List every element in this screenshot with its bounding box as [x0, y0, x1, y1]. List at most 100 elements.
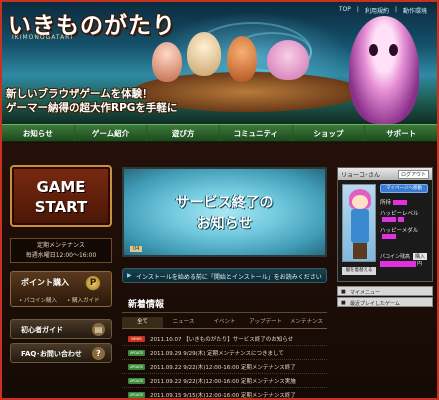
- creature-illustration: [152, 42, 182, 82]
- top-links: TOP | 利用規約 | 動作環境: [339, 6, 427, 15]
- news-row[interactable]: UPDATE 2011.09.22 9/22(木)12:00-16:00 定期メン…: [122, 374, 327, 388]
- news-badge: UPDATE: [128, 364, 145, 370]
- stat-happy-medal-bar: [382, 234, 396, 239]
- stat-happy-level-value: [380, 217, 404, 223]
- book-icon: ▤: [92, 323, 105, 336]
- character-eye: [389, 44, 398, 56]
- arrow-right-icon: ▶: [127, 272, 132, 279]
- news-text[interactable]: 2011.09.22 9/22(木)12:00-16:00 定期メンテナンス終了: [150, 363, 296, 371]
- install-notice-text: インストールを始める前に「開始とインストール」をお読みください: [136, 274, 322, 281]
- creature-illustration: [187, 32, 221, 76]
- tab-update[interactable]: アップデート: [245, 317, 286, 328]
- point-coin-icon: P: [85, 275, 101, 291]
- nav-news[interactable]: お知らせ: [2, 125, 75, 141]
- point-purchase-box[interactable]: ポイント購入 P • パコイン購入 • 購入ガイド: [10, 271, 112, 307]
- news-text[interactable]: 2011.09.22 9/22(木)12:00-16:00 定期メンテナンス実施: [150, 377, 296, 385]
- coin-buy-button[interactable]: 購入: [413, 253, 428, 260]
- my-menu-label: マイメニュー: [350, 290, 381, 296]
- news-row[interactable]: UPDATE 2011.09.15 9/15(木)12:00-16:00 定期メン…: [122, 388, 327, 398]
- service-end-banner[interactable]: サービス終了の お知らせ 04: [122, 167, 327, 257]
- news-text[interactable]: 2011.09.29 9/29(木) 定期メンテナンスにつきまして: [150, 349, 284, 357]
- nav-support[interactable]: サポート: [365, 125, 437, 141]
- user-name: リョーコ･さん: [341, 172, 381, 179]
- coin-unit: 円: [416, 261, 422, 267]
- coin-label: パコイン残高: [380, 254, 411, 260]
- coin-balance: パコイン残高 購入: [380, 253, 428, 260]
- maintenance-title: 定期メンテナンス: [37, 242, 85, 249]
- header-banner: いきものがたり IKIMONOGATARI TOP | 利用規約 | 動作環境 …: [2, 2, 437, 124]
- creature-illustration: [227, 36, 257, 82]
- install-notice[interactable]: ▶ インストールを始める前に「開始とインストール」をお読みください: [122, 268, 327, 283]
- game-start-label-2: START: [34, 198, 88, 216]
- tab-event[interactable]: イベント: [204, 317, 245, 328]
- banner-number: 04: [130, 246, 143, 252]
- news-title: 新着情報: [128, 300, 165, 310]
- coin-balance-value: 円: [380, 261, 422, 267]
- news-row[interactable]: NEWS 2011.10.07 【いきものがたり】サービス終了のお知らせ: [122, 332, 327, 346]
- user-panel: リョーコ･さん ログアウト マイページへ移動 所持 ハッピーレベル ハッピーメダ…: [337, 167, 433, 282]
- nav-shop[interactable]: ショップ: [293, 125, 366, 141]
- recent-games-row[interactable]: ■ 最近プレイしたゲーム: [337, 297, 433, 307]
- site-logo-subtitle: IKIMONOGATARI: [12, 34, 74, 41]
- divider: |: [394, 6, 397, 13]
- creature-illustration: [267, 40, 309, 80]
- recent-games-label: 最近プレイしたゲーム: [350, 301, 400, 307]
- stat-money: 所持: [380, 198, 408, 206]
- square-icon: ■: [341, 289, 346, 295]
- logout-button[interactable]: ログアウト: [397, 170, 429, 179]
- question-icon: ?: [92, 347, 105, 360]
- stat-happy-level-bar-2: [398, 217, 404, 222]
- nav-community[interactable]: コミュニティ: [220, 125, 293, 141]
- nav-how-to-play[interactable]: 遊び方: [147, 125, 221, 141]
- game-start-button[interactable]: GAME START: [10, 165, 112, 227]
- news-text[interactable]: 2011.09.15 9/15(木)12:00-16:00 定期メンテナンス終了: [150, 391, 296, 398]
- maintenance-time: 毎週水曜日12:00〜16:00: [25, 252, 97, 259]
- news-list: NEWS 2011.10.07 【いきものがたり】サービス終了のお知らせ UPDAT…: [122, 332, 327, 398]
- main-nav: お知らせ ゲーム紹介 遊び方 コミュニティ ショップ サポート: [2, 124, 437, 142]
- tagline-2: ゲーマー納得の超大作RPGを手軽に: [6, 102, 178, 114]
- edit-avatar-button[interactable]: 服を着替える: [342, 267, 376, 275]
- avatar-face: [352, 195, 368, 209]
- pink-character-illustration: [349, 16, 419, 124]
- nav-game-intro[interactable]: ゲーム紹介: [75, 125, 148, 141]
- news-tabs: 全て ニュース イベント アップデート メンテナンス: [122, 317, 327, 329]
- news-text[interactable]: 2011.10.07 【いきものがたり】サービス終了のお知らせ: [150, 335, 293, 343]
- mypage-button[interactable]: マイページへ移動: [380, 184, 428, 193]
- tab-all[interactable]: 全て: [122, 317, 163, 328]
- news-badge: UPDATE: [128, 392, 145, 398]
- page-frame: いきものがたり IKIMONOGATARI TOP | 利用規約 | 動作環境 …: [0, 0, 439, 400]
- square-icon: ■: [341, 300, 346, 306]
- faq-button[interactable]: FAQ･お問い合わせ ?: [10, 343, 112, 363]
- avatar-legs: [353, 243, 367, 259]
- stat-money-label: 所持: [380, 200, 392, 206]
- banner-line-2: お知らせ: [196, 216, 253, 232]
- point-purchase-label: ポイント購入: [21, 278, 69, 287]
- maintenance-box: 定期メンテナンス 毎週水曜日12:00〜16:00: [10, 238, 112, 263]
- faq-label: FAQ･お問い合わせ: [21, 350, 82, 358]
- stat-happy-level: ハッピーレベル: [380, 209, 419, 217]
- stat-happy-medal: ハッピーメダル: [380, 226, 418, 234]
- top-link-environment[interactable]: 動作環境: [403, 6, 427, 15]
- tab-maintenance[interactable]: メンテナンス: [286, 317, 327, 328]
- buy-coin-link[interactable]: • パコイン購入: [19, 296, 57, 304]
- tagline-1: 新しいブラウザゲームを体験！: [6, 88, 153, 100]
- news-badge: UPDATE: [128, 378, 145, 384]
- stat-money-value: [393, 200, 408, 205]
- news-row[interactable]: UPDATE 2011.09.22 9/22(木)12:00-16:00 定期メン…: [122, 360, 327, 374]
- tab-news[interactable]: ニュース: [163, 317, 204, 328]
- top-link-top[interactable]: TOP: [339, 6, 351, 15]
- news-row[interactable]: UPDATE 2011.09.29 9/29(木) 定期メンテナンスにつきまして: [122, 346, 327, 360]
- beginner-guide-label: 初心者ガイド: [21, 326, 63, 334]
- avatar[interactable]: [342, 184, 376, 262]
- my-menu-row[interactable]: ■ マイメニュー: [337, 286, 433, 296]
- purchase-guide-link[interactable]: • 購入ガイド: [67, 296, 100, 304]
- avatar-body: [351, 209, 369, 243]
- stat-happy-level-bar: [382, 217, 396, 222]
- beginner-guide-button[interactable]: 初心者ガイド ▤: [10, 319, 112, 339]
- news-header: 新着情報: [122, 293, 327, 313]
- character-eye: [369, 44, 378, 56]
- game-start-label-1: GAME: [36, 178, 86, 196]
- divider: |: [356, 6, 359, 13]
- top-link-terms[interactable]: 利用規約: [365, 6, 389, 15]
- banner-line-1: サービス終了の: [175, 195, 274, 211]
